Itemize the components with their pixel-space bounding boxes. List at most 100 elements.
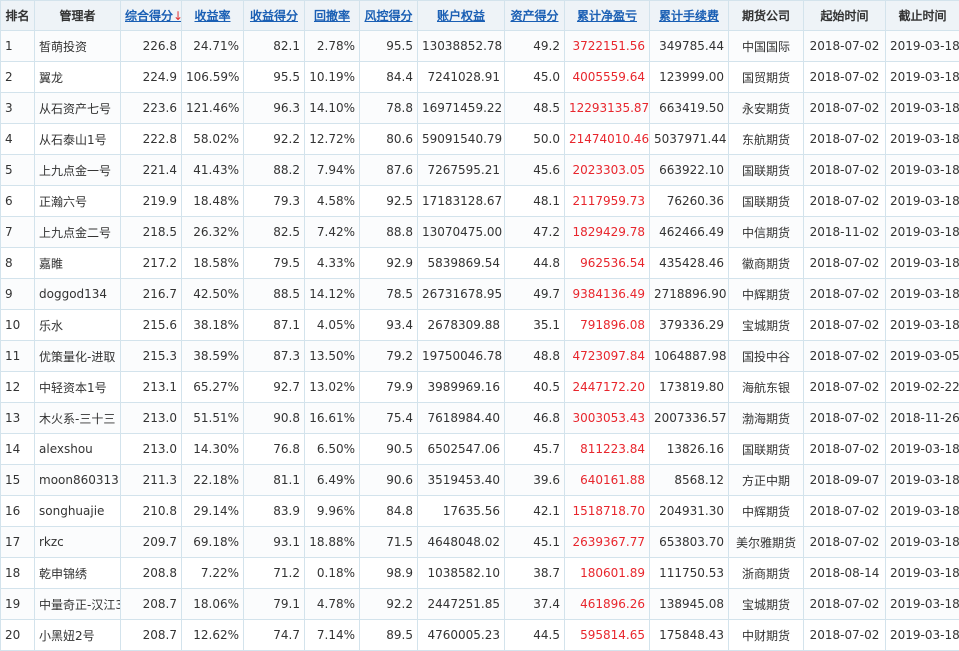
header-return-rate[interactable]: 收益率 [182, 1, 244, 31]
broker-cell: 徽商期货 [729, 248, 804, 279]
start-date-cell: 2018-11-02 [804, 217, 886, 248]
risk-score-cell: 75.4 [360, 403, 418, 434]
header-drawdown[interactable]: 回撤率 [305, 1, 360, 31]
start-date-cell: 2018-07-02 [804, 124, 886, 155]
table-header-row: 排名 管理者 综合得分↓ 收益率 收益得分 回撤率 风控得分 账户权益 资产得分… [1, 1, 959, 31]
sort-fees-link[interactable]: 累计手续费 [659, 9, 719, 23]
rank-cell: 14 [1, 434, 35, 465]
header-composite-score[interactable]: 综合得分↓ [121, 1, 182, 31]
drawdown-cell: 16.61% [305, 403, 360, 434]
sort-drawdown-link[interactable]: 回撤率 [314, 9, 350, 23]
start-date-cell: 2018-07-02 [804, 589, 886, 620]
start-date-cell: 2018-07-02 [804, 403, 886, 434]
header-asset-score[interactable]: 资产得分 [505, 1, 565, 31]
table-row: 2翼龙224.9106.59%95.510.19%84.47241028.914… [1, 62, 959, 93]
composite-score-cell: 213.0 [121, 403, 182, 434]
broker-cell: 国联期货 [729, 155, 804, 186]
net-profit-cell: 21474010.46 [565, 124, 650, 155]
sort-equity-link[interactable]: 账户权益 [437, 9, 485, 23]
header-return-score[interactable]: 收益得分 [244, 1, 305, 31]
composite-score-cell: 221.4 [121, 155, 182, 186]
return-rate-cell: 26.32% [182, 217, 244, 248]
start-date-cell: 2018-07-02 [804, 527, 886, 558]
drawdown-cell: 0.18% [305, 558, 360, 589]
rank-cell: 18 [1, 558, 35, 589]
return-rate-cell: 18.58% [182, 248, 244, 279]
fees-cell: 653803.70 [650, 527, 729, 558]
sort-down-arrow-icon: ↓ [173, 9, 181, 23]
rank-cell: 8 [1, 248, 35, 279]
sort-net-profit-link[interactable]: 累计净盈亏 [577, 9, 637, 23]
sort-return-rate-link[interactable]: 收益率 [194, 9, 230, 23]
table-row: 5上九点金一号221.441.43%88.27.94%87.67267595.2… [1, 155, 959, 186]
asset-score-cell: 48.5 [505, 93, 565, 124]
drawdown-cell: 6.49% [305, 465, 360, 496]
end-date-cell: 2019-03-18 [886, 589, 959, 620]
table-row: 18乾申锦绣208.87.22%71.20.18%98.91038582.103… [1, 558, 959, 589]
asset-score-cell: 39.6 [505, 465, 565, 496]
equity-cell: 7267595.21 [418, 155, 505, 186]
composite-score-cell: 216.7 [121, 279, 182, 310]
manager-name-cell: 嘉睢 [35, 248, 121, 279]
table-row: 15moon860313211.322.18%81.16.49%90.63519… [1, 465, 959, 496]
sort-risk-score-link[interactable]: 风控得分 [364, 9, 412, 23]
start-date-cell: 2018-07-02 [804, 186, 886, 217]
end-date-cell: 2019-03-18 [886, 186, 959, 217]
return-score-cell: 79.5 [244, 248, 305, 279]
header-fees[interactable]: 累计手续费 [650, 1, 729, 31]
equity-cell: 16971459.22 [418, 93, 505, 124]
return-score-cell: 93.1 [244, 527, 305, 558]
header-net-profit[interactable]: 累计净盈亏 [565, 1, 650, 31]
asset-score-cell: 45.0 [505, 62, 565, 93]
composite-score-cell: 215.3 [121, 341, 182, 372]
end-date-cell: 2019-03-18 [886, 62, 959, 93]
return-rate-cell: 69.18% [182, 527, 244, 558]
fees-cell: 111750.53 [650, 558, 729, 589]
return-rate-cell: 7.22% [182, 558, 244, 589]
table-row: 1皙萌投资226.824.71%82.12.78%95.513038852.78… [1, 31, 959, 62]
start-date-cell: 2018-08-14 [804, 558, 886, 589]
sort-asset-score-link[interactable]: 资产得分 [510, 9, 558, 23]
header-equity[interactable]: 账户权益 [418, 1, 505, 31]
drawdown-cell: 12.72% [305, 124, 360, 155]
composite-score-cell: 209.7 [121, 527, 182, 558]
risk-score-cell: 84.4 [360, 62, 418, 93]
end-date-cell: 2019-03-18 [886, 155, 959, 186]
equity-cell: 13070475.00 [418, 217, 505, 248]
fees-cell: 2718896.90 [650, 279, 729, 310]
fees-cell: 76260.36 [650, 186, 729, 217]
rank-cell: 6 [1, 186, 35, 217]
drawdown-cell: 14.12% [305, 279, 360, 310]
broker-cell: 宝城期货 [729, 589, 804, 620]
sort-return-score-link[interactable]: 收益得分 [250, 9, 298, 23]
broker-cell: 永安期货 [729, 93, 804, 124]
return-score-cell: 83.9 [244, 496, 305, 527]
table-row: 10乐水215.638.18%87.14.05%93.42678309.8835… [1, 310, 959, 341]
fees-cell: 173819.80 [650, 372, 729, 403]
composite-score-cell: 208.7 [121, 620, 182, 651]
net-profit-cell: 3003053.43 [565, 403, 650, 434]
equity-cell: 3519453.40 [418, 465, 505, 496]
net-profit-cell: 791896.08 [565, 310, 650, 341]
broker-cell: 国贸期货 [729, 62, 804, 93]
rank-cell: 4 [1, 124, 35, 155]
equity-cell: 5839869.54 [418, 248, 505, 279]
start-date-cell: 2018-09-07 [804, 465, 886, 496]
equity-cell: 13038852.78 [418, 31, 505, 62]
table-row: 20小黑妞2号208.712.62%74.77.14%89.54760005.2… [1, 620, 959, 651]
fees-cell: 663419.50 [650, 93, 729, 124]
header-risk-score[interactable]: 风控得分 [360, 1, 418, 31]
drawdown-cell: 2.78% [305, 31, 360, 62]
risk-score-cell: 89.5 [360, 620, 418, 651]
net-profit-cell: 9384136.49 [565, 279, 650, 310]
risk-score-cell: 98.9 [360, 558, 418, 589]
rank-cell: 19 [1, 589, 35, 620]
drawdown-cell: 6.50% [305, 434, 360, 465]
sort-composite-score-link[interactable]: 综合得分↓ [125, 9, 182, 23]
composite-score-cell: 223.6 [121, 93, 182, 124]
end-date-cell: 2019-03-18 [886, 620, 959, 651]
broker-cell: 美尔雅期货 [729, 527, 804, 558]
fees-cell: 5037971.44 [650, 124, 729, 155]
net-profit-cell: 461896.26 [565, 589, 650, 620]
broker-cell: 国投中谷 [729, 341, 804, 372]
